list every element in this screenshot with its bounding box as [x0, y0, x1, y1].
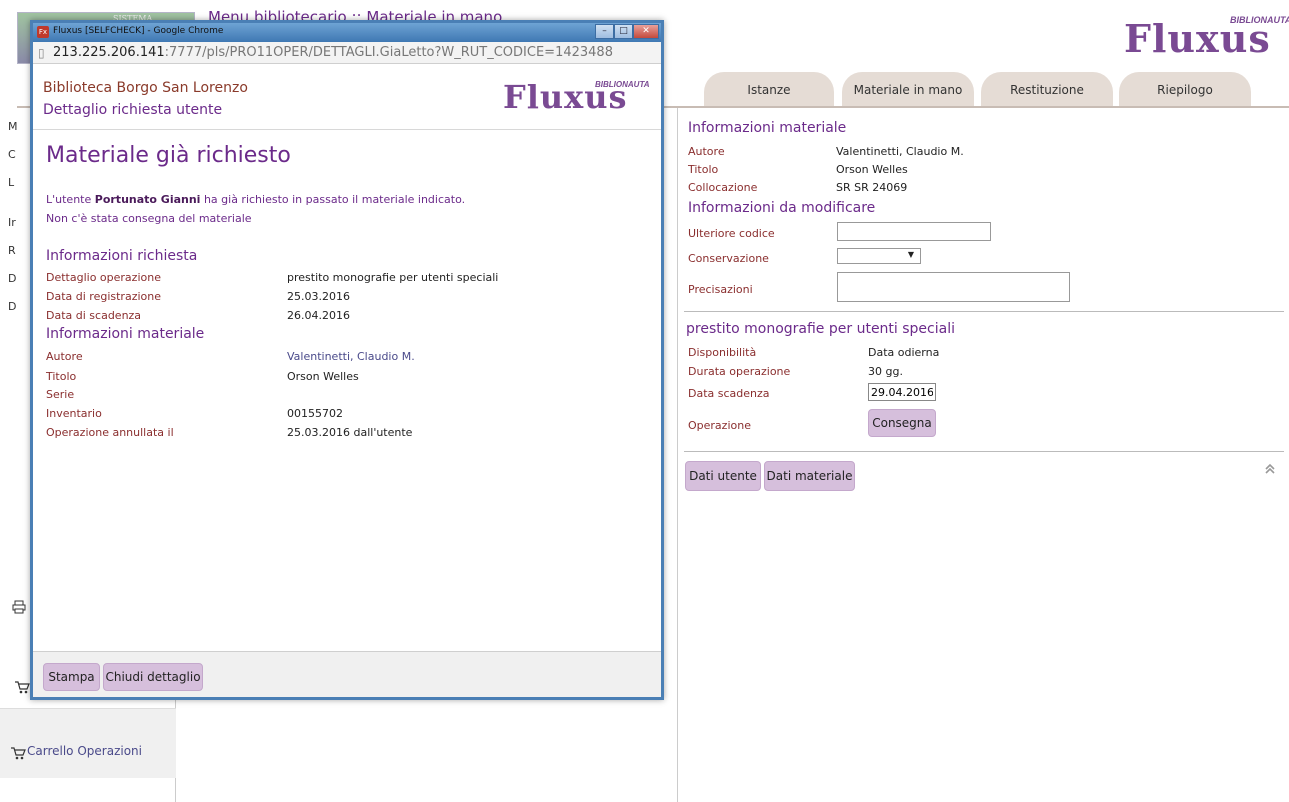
message-user: Portunato Gianni — [94, 193, 201, 206]
ulteriore-codice-label: Ulteriore codice — [688, 227, 775, 240]
richiesta-label: Data di scadenza — [46, 309, 142, 322]
operation-title: prestito monografie per utenti speciali — [686, 321, 955, 337]
library-name: Biblioteca Borgo San Lorenzo — [43, 80, 248, 96]
popup-message: L'utente Portunato Gianni ha già richies… — [46, 193, 465, 206]
detail-popup-window: Fx Fluxus [SELFCHECK] - Google Chrome – … — [30, 20, 664, 700]
url-host: 213.225.206.141:7777/pls/PRO11OPER/DETTA… — [53, 45, 613, 60]
popup-heading: Materiale già richiesto — [46, 143, 291, 168]
info-value: SR SR 24069 — [836, 181, 908, 194]
disponibilita-value: Data odierna — [868, 346, 940, 359]
minimize-icon[interactable]: – — [595, 24, 614, 39]
divider — [684, 451, 1284, 452]
richiesta-value: prestito monografie per utenti speciali — [287, 271, 499, 284]
close-icon[interactable]: ✕ — [633, 24, 659, 39]
dati-utente-button[interactable]: Dati utente — [685, 461, 761, 491]
column-divider — [677, 108, 678, 802]
edit-info-title: Informazioni da modificare — [688, 200, 876, 216]
consegna-button[interactable]: Consegna — [868, 409, 936, 437]
precisazioni-textarea[interactable] — [837, 272, 1070, 302]
chiudi-dettaglio-button[interactable]: Chiudi dettaglio — [103, 663, 203, 691]
left-nav-item[interactable]: R — [8, 244, 16, 257]
maximize-icon[interactable]: □ — [614, 24, 633, 39]
materiale-value: Orson Welles — [287, 370, 359, 383]
printer-icon[interactable] — [12, 600, 26, 614]
conservazione-select[interactable]: ▼ — [837, 248, 921, 264]
materiale-label: Inventario — [46, 407, 102, 420]
address-bar[interactable]: ▯ 213.225.206.141:7777/pls/PRO11OPER/DET… — [33, 42, 661, 64]
materiale-value: 25.03.2016 dall'utente — [287, 426, 413, 439]
fluxus-logo-sub: BIBLIONAUTA — [1230, 15, 1289, 25]
left-toolbar — [0, 708, 176, 778]
fluxus-favicon-icon: Fx — [37, 26, 49, 38]
popup-window-title: Fluxus [SELFCHECK] - Google Chrome — [53, 26, 224, 36]
materiale-label: Titolo — [46, 370, 77, 383]
info-value: Orson Welles — [836, 163, 908, 176]
left-nav-item[interactable]: L — [8, 176, 14, 189]
popup-message-line2: Non c'è stata consegna del materiale — [46, 212, 252, 225]
left-nav-item[interactable]: Ir — [8, 216, 16, 229]
richiesta-label: Dettaglio operazione — [46, 271, 161, 284]
richiesta-value: 26.04.2016 — [287, 309, 350, 322]
materiale-title: Informazioni materiale — [46, 326, 205, 342]
ulteriore-codice-input[interactable] — [837, 222, 991, 241]
disponibilita-label: Disponibilità — [688, 346, 757, 359]
info-label: Titolo — [688, 163, 719, 176]
popup-header: Biblioteca Borgo San Lorenzo Dettaglio r… — [33, 64, 661, 130]
dati-materiale-button[interactable]: Dati materiale — [764, 461, 855, 491]
chevron-down-icon: ▼ — [907, 250, 914, 259]
cart-operations-link[interactable]: Carrello Operazioni — [27, 744, 142, 758]
tab-restituzione[interactable]: Restituzione — [981, 72, 1113, 108]
autore-link[interactable]: Valentinetti, Claudio M. — [287, 350, 415, 363]
materiale-value: 00155702 — [287, 407, 343, 420]
operazione-label: Operazione — [688, 419, 751, 432]
tab-riepilogo[interactable]: Riepilogo — [1119, 72, 1251, 108]
materiale-label: Operazione annullata il — [46, 426, 174, 439]
left-nav-item[interactable]: D — [8, 300, 16, 313]
message-suffix: ha già richiesto in passato il materiale… — [200, 193, 466, 206]
popup-body: Materiale già richiesto L'utente Portuna… — [33, 131, 661, 651]
fluxus-logo-sub: BIBLIONAUTA — [595, 80, 650, 89]
message-prefix: L'utente — [46, 193, 95, 206]
materiale-label: Autore — [46, 350, 83, 363]
durata-value: 30 gg. — [868, 365, 903, 378]
richiesta-title: Informazioni richiesta — [46, 248, 198, 264]
materiale-label: Serie — [46, 388, 75, 401]
info-label: Autore — [688, 145, 725, 158]
cart-icon[interactable] — [14, 680, 30, 694]
left-nav-item[interactable]: M — [8, 120, 18, 133]
stampa-button[interactable]: Stampa — [43, 663, 100, 691]
url-host-text: 213.225.206.141 — [53, 45, 165, 60]
popup-subtitle: Dettaglio richiesta utente — [43, 102, 223, 118]
richiesta-value: 25.03.2016 — [287, 290, 350, 303]
page-icon: ▯ — [38, 46, 45, 60]
popup-titlebar[interactable]: Fx Fluxus [SELFCHECK] - Google Chrome – … — [33, 23, 661, 42]
cart-icon[interactable] — [10, 746, 26, 760]
scroll-top-icon[interactable] — [1264, 462, 1276, 474]
left-nav-item[interactable]: C — [8, 148, 16, 161]
left-nav-item[interactable]: D — [8, 272, 16, 285]
info-label: Collocazione — [688, 181, 758, 194]
info-value: Valentinetti, Claudio M. — [836, 145, 964, 158]
tab-istanze[interactable]: Istanze — [704, 72, 834, 108]
precisazioni-label: Precisazioni — [688, 283, 753, 296]
durata-label: Durata operazione — [688, 365, 791, 378]
divider — [684, 311, 1284, 312]
info-material-title: Informazioni materiale — [688, 120, 847, 136]
popup-footer: Stampa Chiudi dettaglio — [33, 651, 661, 697]
richiesta-label: Data di registrazione — [46, 290, 161, 303]
data-scadenza-input[interactable] — [868, 383, 936, 401]
data-scadenza-label: Data scadenza — [688, 387, 770, 400]
conservazione-label: Conservazione — [688, 252, 769, 265]
tab-materiale-in-mano[interactable]: Materiale in mano — [842, 72, 974, 108]
url-path: :7777/pls/PRO11OPER/DETTAGLI.GiaLetto?W_… — [164, 45, 613, 60]
